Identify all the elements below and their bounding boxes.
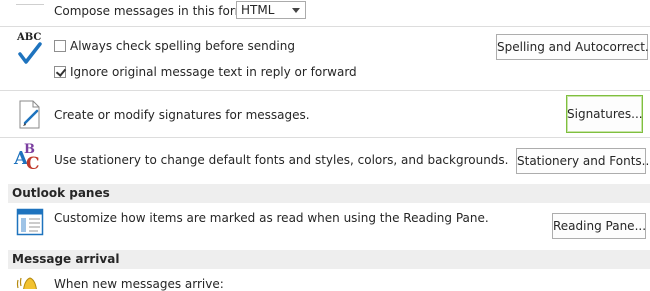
- signature-edit-icon: [18, 100, 44, 130]
- divider: [0, 137, 650, 138]
- ignore-original-label[interactable]: Ignore original message text in reply or…: [70, 65, 357, 79]
- bell-icon: [14, 274, 44, 289]
- stationery-fonts-button[interactable]: Stationery and Fonts...: [516, 148, 650, 174]
- stationery-abc-icon: A B C: [14, 142, 44, 174]
- divider: [0, 26, 650, 27]
- spelling-abc-icon: ABC: [16, 32, 46, 66]
- always-check-spelling-label[interactable]: Always check spelling before sending: [70, 39, 295, 53]
- compose-format-value: HTML: [241, 3, 275, 17]
- checkmark-icon: [55, 66, 67, 77]
- ignore-original-checkbox[interactable]: [54, 66, 67, 78]
- spelling-autocorrect-button[interactable]: Spelling and Autocorrect...: [496, 34, 650, 60]
- reading-pane-button[interactable]: Reading Pane...: [552, 213, 646, 239]
- compose-row-icon: [16, 0, 44, 5]
- divider: [0, 90, 650, 91]
- signatures-description: Create or modify signatures for messages…: [54, 108, 310, 122]
- stationery-c-letter: C: [26, 154, 40, 174]
- stationery-description: Use stationery to change default fonts a…: [54, 153, 509, 167]
- compose-format-label: Compose messages in this format:: [54, 4, 263, 18]
- section-header-outlook-panes: Outlook panes: [8, 184, 650, 203]
- reading-pane-description: Customize how items are marked as read w…: [54, 211, 489, 225]
- compose-format-select[interactable]: HTML: [236, 1, 306, 19]
- always-check-spelling-checkbox[interactable]: [54, 40, 66, 52]
- section-header-message-arrival: Message arrival: [8, 250, 650, 269]
- reading-pane-icon: [16, 208, 44, 236]
- chevron-down-icon: [292, 8, 300, 13]
- signatures-button[interactable]: Signatures...: [566, 95, 643, 133]
